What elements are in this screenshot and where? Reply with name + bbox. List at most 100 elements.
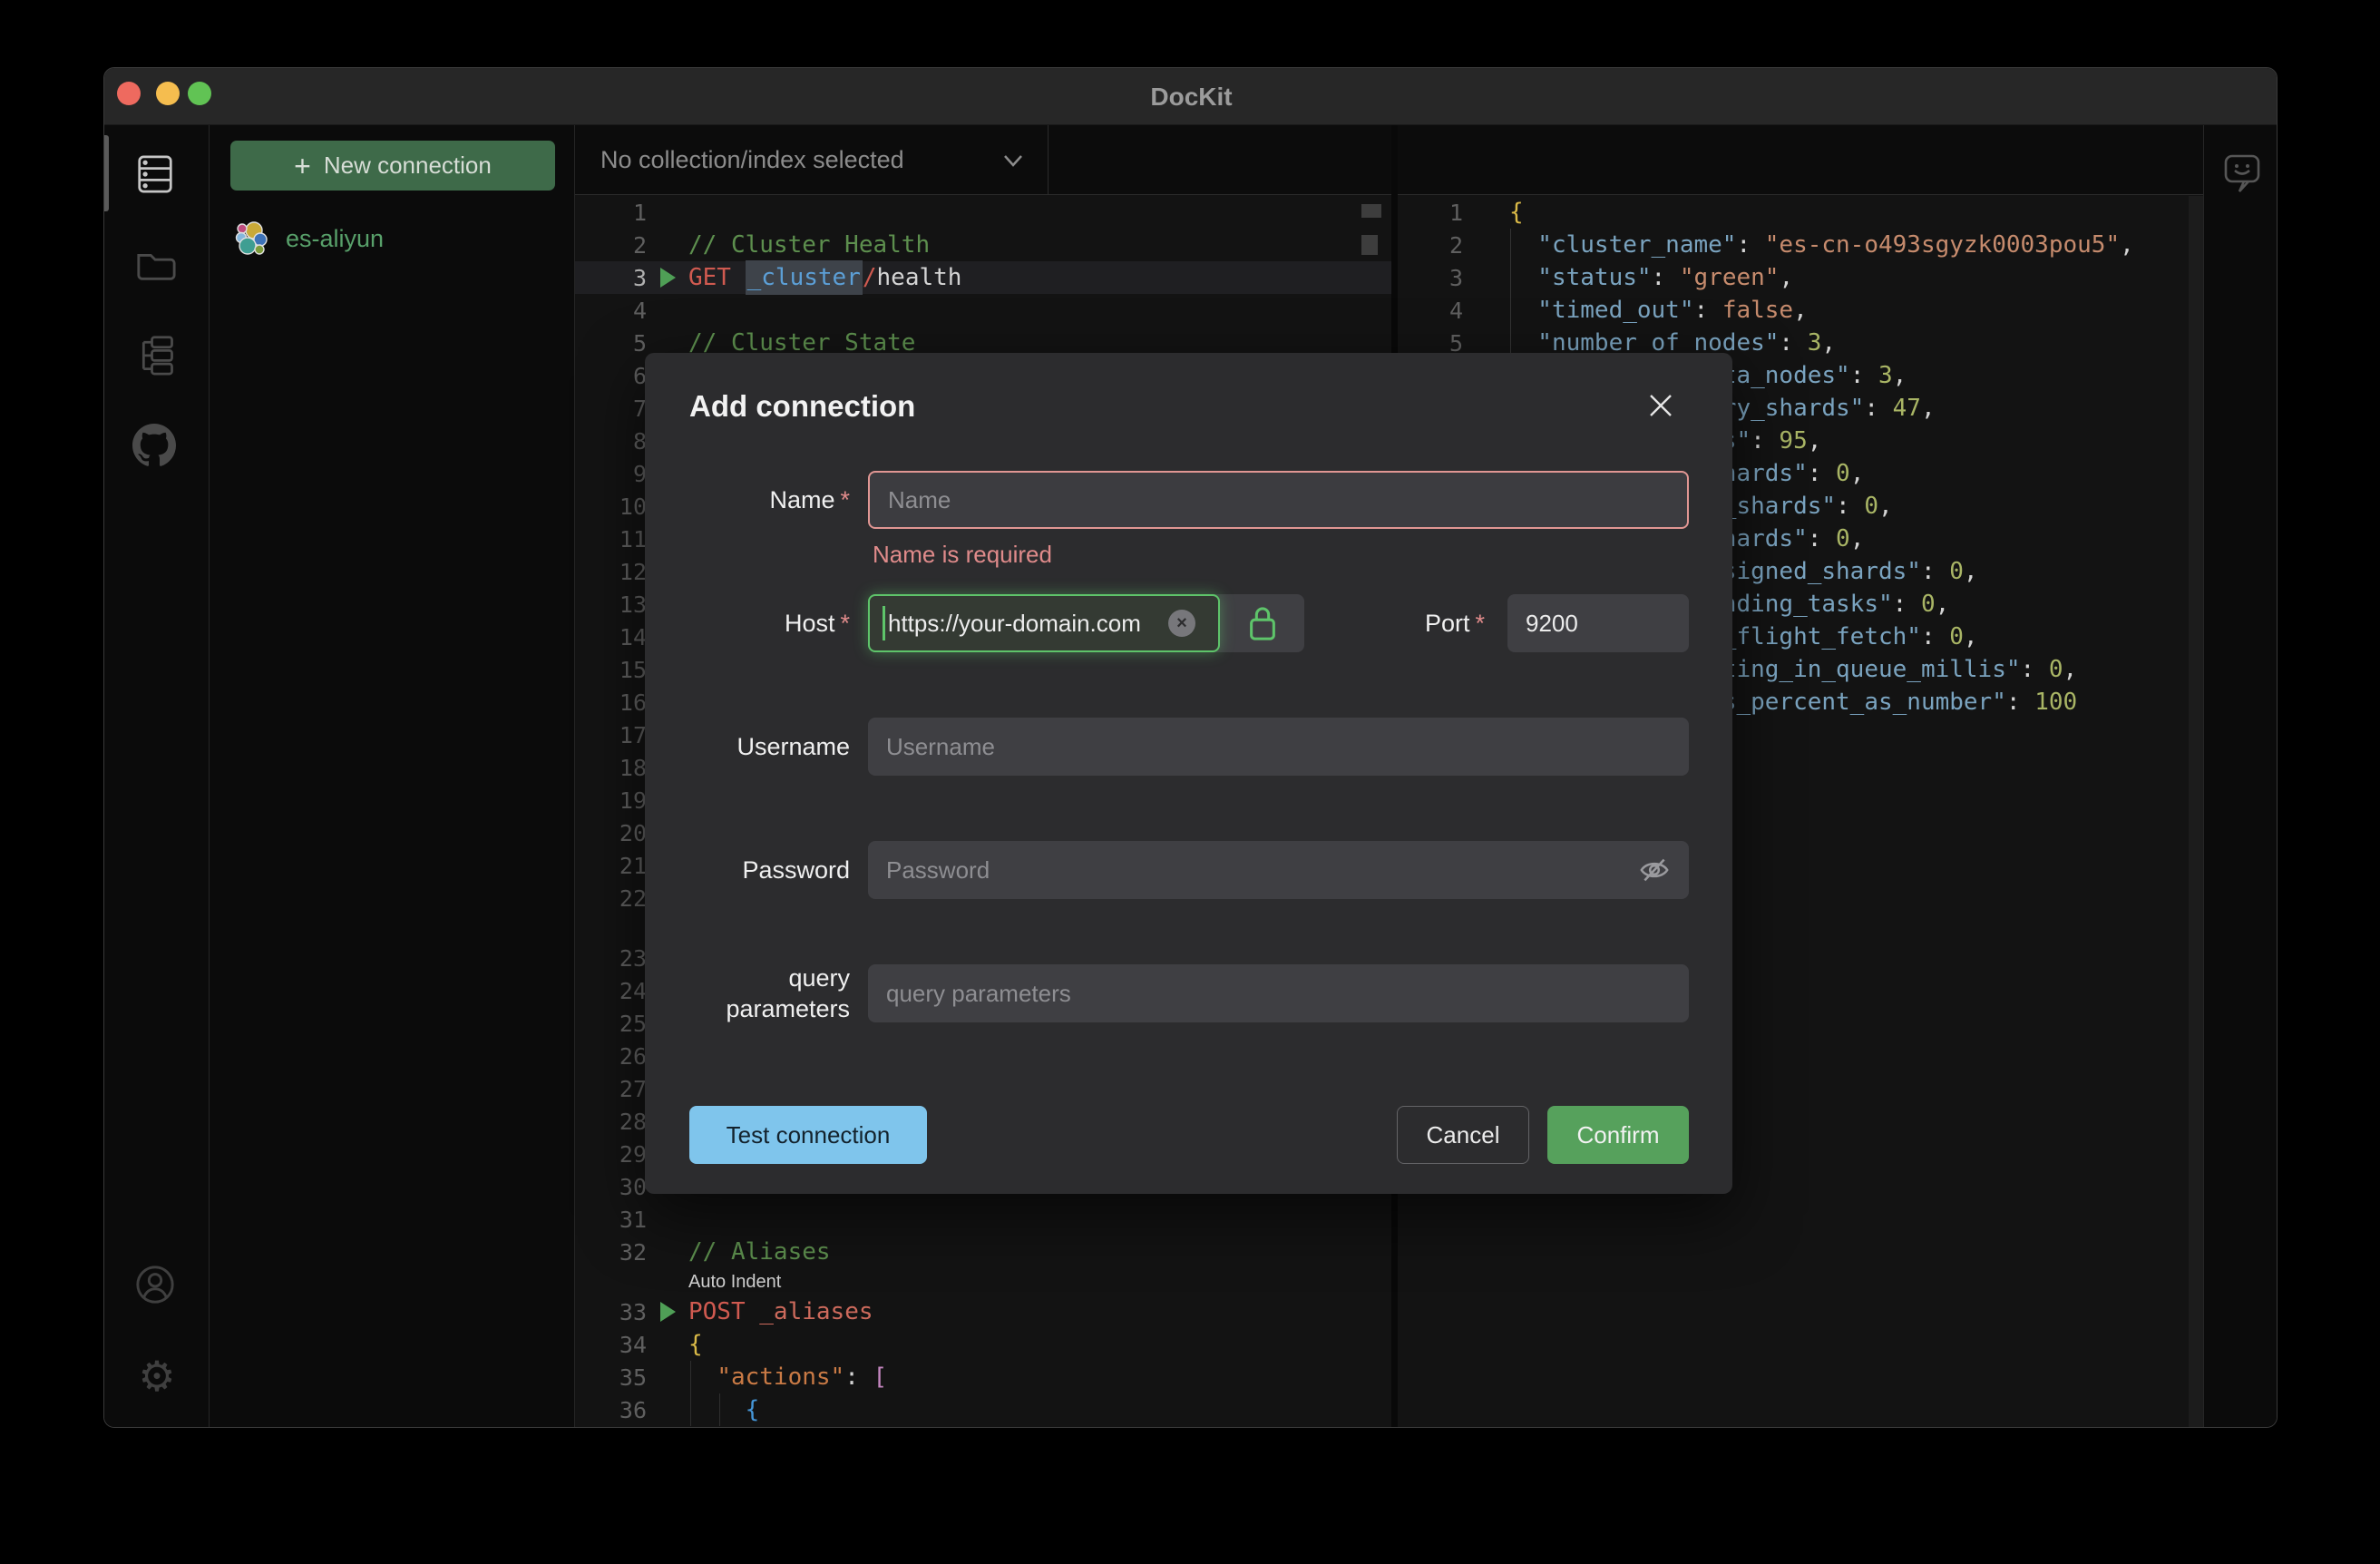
line-number: 21 <box>619 852 647 879</box>
code-line[interactable]: 3 "status": "green", <box>1398 261 2203 294</box>
port-label: Port * <box>1424 610 1485 637</box>
name-input[interactable] <box>868 471 1689 529</box>
sidebar-item-connections[interactable] <box>130 149 180 200</box>
code-line[interactable]: 2 // Cluster Health <box>575 229 1391 261</box>
line-number: 35 <box>619 1364 647 1391</box>
sidebar-item-files[interactable] <box>131 239 181 289</box>
chevron-down-icon <box>1002 153 1024 168</box>
query-parameters-label: query parameters <box>726 964 850 1022</box>
response-scrollbar[interactable] <box>2189 196 2203 1427</box>
line-number: 25 <box>619 1010 647 1037</box>
host-input[interactable] <box>868 594 1220 652</box>
line-number: 36 <box>619 1396 647 1423</box>
close-icon[interactable] <box>1643 387 1679 424</box>
code-text: "timed_out": false, <box>1509 297 1808 324</box>
password-label: Password <box>742 856 850 884</box>
required-asterisk: * <box>840 610 850 637</box>
traffic-light-maximize-button[interactable] <box>188 82 211 105</box>
line-number: 15 <box>619 656 647 683</box>
line-number: 10 <box>619 493 647 520</box>
query-parameters-input[interactable] <box>868 964 1689 1022</box>
gear-icon: ⚙ <box>138 1352 176 1401</box>
line-number: 19 <box>619 787 647 814</box>
code-text: // Cluster Health <box>688 231 931 259</box>
code-line[interactable]: 36 { <box>575 1393 1391 1426</box>
code-text: GET _cluster/health <box>688 260 961 295</box>
required-asterisk: * <box>840 486 850 513</box>
line-number: 30 <box>619 1173 647 1200</box>
port-input[interactable] <box>1507 594 1689 652</box>
indent-guide <box>719 1393 720 1426</box>
code-line[interactable]: 1{ <box>1398 196 2203 229</box>
code-text: { <box>745 1396 760 1423</box>
codelens-row[interactable]: Auto Indent <box>575 1268 1391 1295</box>
code-line[interactable]: 3 GET _cluster/health <box>575 260 1391 295</box>
traffic-light-close-button[interactable] <box>117 82 141 105</box>
server-icon <box>137 153 173 195</box>
name-error-message: Name is required <box>873 541 1052 568</box>
line-number: 3 <box>632 264 647 291</box>
code-line[interactable]: 35 "actions": [ <box>575 1361 1391 1393</box>
sidebar-item-account[interactable] <box>130 1259 180 1310</box>
add-connection-modal: Add connection Name* Name is required Ho… <box>645 353 1732 1194</box>
sidebar-icon-rail: ⚙ <box>104 125 210 1427</box>
code-text: { <box>688 1331 703 1358</box>
code-line[interactable]: 2 "cluster_name": "es-cn-o493sgyzk0003po… <box>1398 229 2203 261</box>
editor-toolbar: No collection/index selected <box>575 125 1391 195</box>
code-line[interactable]: 4 "timed_out": false, <box>1398 294 2203 327</box>
plus-icon: + <box>294 149 311 182</box>
sidebar-item-github[interactable] <box>129 420 180 471</box>
traffic-light-minimize-button[interactable] <box>156 82 180 105</box>
code-line[interactable]: 33 POST _aliases <box>575 1295 1391 1328</box>
code-line[interactable]: 1 <box>575 196 1391 229</box>
username-label: Username <box>736 733 850 760</box>
test-connection-button[interactable]: Test connection <box>689 1106 927 1164</box>
cancel-button[interactable]: Cancel <box>1397 1106 1529 1164</box>
line-number: 2 <box>632 231 647 259</box>
line-number: 11 <box>619 525 647 552</box>
line-number: 9 <box>632 460 647 487</box>
user-icon <box>134 1264 176 1305</box>
code-text: // Aliases <box>688 1238 831 1266</box>
feedback-smiley-icon <box>2221 152 2263 195</box>
code-line[interactable]: 4 <box>575 294 1391 327</box>
connection-list-item[interactable]: es-aliyun <box>210 207 575 270</box>
code-line[interactable]: 34 { <box>575 1328 1391 1361</box>
line-number: 20 <box>619 819 647 846</box>
line-number: 26 <box>619 1042 647 1070</box>
sidebar-item-structure[interactable] <box>132 329 182 380</box>
new-connection-button[interactable]: + New connection <box>230 141 555 191</box>
line-number: 17 <box>619 721 647 748</box>
confirm-button[interactable]: Confirm <box>1547 1106 1689 1164</box>
feedback-button[interactable] <box>2220 152 2264 195</box>
line-number: 14 <box>619 623 647 650</box>
eye-off-icon[interactable] <box>1638 855 1671 885</box>
run-query-button[interactable] <box>647 268 688 288</box>
clear-input-icon[interactable]: × <box>1168 610 1195 637</box>
code-line[interactable]: 32 // Aliases <box>575 1236 1391 1268</box>
run-query-button[interactable] <box>647 1302 688 1322</box>
lock-icon <box>1245 603 1280 643</box>
line-number: 8 <box>632 427 647 455</box>
minimap-mark <box>1361 204 1381 218</box>
line-number: 1 <box>1448 199 1463 226</box>
line-number: 29 <box>619 1140 647 1168</box>
username-input[interactable] <box>868 718 1689 776</box>
new-connection-label: New connection <box>323 152 492 179</box>
code-line[interactable]: 31 <box>575 1203 1391 1236</box>
line-number: 24 <box>619 977 647 1004</box>
modal-title: Add connection <box>689 389 916 423</box>
password-input[interactable] <box>868 841 1689 899</box>
code-text: POST _aliases <box>688 1298 873 1325</box>
line-number: 34 <box>619 1331 647 1358</box>
line-number: 16 <box>619 689 647 716</box>
elasticsearch-logo-icon <box>235 220 271 257</box>
codelens-label[interactable]: Auto Indent <box>688 1272 781 1293</box>
name-label: Name * <box>769 486 850 513</box>
titlebar: DocKit <box>104 68 2277 125</box>
line-number: 33 <box>619 1298 647 1325</box>
collection-index-select[interactable]: No collection/index selected <box>575 125 1049 195</box>
sidebar-item-settings[interactable]: ⚙ <box>132 1351 182 1402</box>
collection-select-value: No collection/index selected <box>600 146 904 173</box>
code-text: "cluster_name": "es-cn-o493sgyzk0003pou5… <box>1509 231 2134 259</box>
